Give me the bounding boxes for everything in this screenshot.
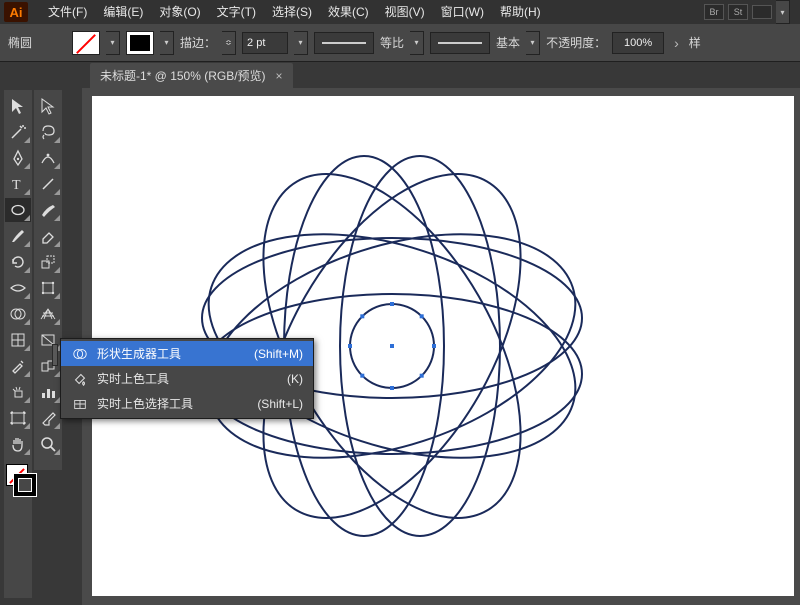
app-logo: Ai (4, 2, 28, 22)
selection-tool[interactable] (5, 94, 31, 118)
flyout-item-label: 形状生成器工具 (97, 345, 181, 362)
paintbrush-tool[interactable] (5, 224, 31, 248)
document-tab[interactable]: 未标题-1* @ 150% (RGB/预览) × (90, 63, 293, 88)
menu-object[interactable]: 对象(O) (151, 0, 208, 24)
width-tool[interactable] (5, 276, 31, 300)
stroke-weight-dropdown[interactable]: ▾ (294, 31, 308, 55)
menu-effect[interactable]: 效果(C) (320, 0, 377, 24)
column-graph-tool[interactable] (35, 380, 61, 404)
live-paint-selection-icon (71, 396, 89, 412)
flyout-item-shortcut: (Shift+L) (257, 397, 303, 411)
lasso-tool[interactable] (35, 120, 61, 144)
slice-tool[interactable] (35, 406, 61, 430)
stroke-indicator[interactable] (14, 474, 36, 496)
flyout-tear-off-handle[interactable] (52, 344, 58, 366)
menu-type[interactable]: 文字(T) (209, 0, 264, 24)
ellipse-tool[interactable] (5, 198, 31, 222)
profile-label: 等比 (380, 34, 404, 51)
stroke-weight-input[interactable]: 2 pt (242, 32, 288, 54)
close-tab-icon[interactable]: × (276, 69, 283, 83)
fill-stroke-indicator[interactable] (4, 464, 32, 498)
flyout-item-live-paint-selection[interactable]: 实时上色选择工具 (Shift+L) (61, 391, 313, 416)
brush-dropdown[interactable]: ▾ (526, 31, 540, 55)
fill-dropdown[interactable]: ▾ (106, 31, 120, 55)
menu-select[interactable]: 选择(S) (264, 0, 320, 24)
tools-panel-col2 (34, 90, 62, 470)
menu-edit[interactable]: 编辑(E) (95, 0, 151, 24)
eyedropper-tool[interactable] (5, 354, 31, 378)
brush-label: 基本 (496, 34, 520, 51)
profile-dropdown[interactable]: ▾ (410, 31, 424, 55)
opacity-label: 不透明度： (546, 34, 606, 51)
shape-builder-icon (71, 346, 89, 362)
stroke-weight-link[interactable]: ≎ (222, 31, 236, 55)
scale-tool[interactable] (35, 250, 61, 274)
controlbar-trunc: 样 (689, 34, 701, 51)
pen-tool[interactable] (5, 146, 31, 170)
stock-badge[interactable]: St (728, 4, 748, 20)
menu-help[interactable]: 帮助(H) (492, 0, 549, 24)
flyout-item-label: 实时上色选择工具 (97, 395, 193, 412)
line-segment-tool[interactable] (35, 172, 61, 196)
brush-definition[interactable] (430, 32, 490, 54)
document-tab-title: 未标题-1* @ 150% (RGB/预览) (100, 67, 266, 84)
rotate-tool[interactable] (5, 250, 31, 274)
menu-file[interactable]: 文件(F) (40, 0, 95, 24)
fill-swatch[interactable] (72, 31, 100, 55)
direct-selection-tool[interactable] (35, 94, 61, 118)
flyout-item-live-paint-bucket[interactable]: 实时上色工具 (K) (61, 366, 313, 391)
flyout-item-shortcut: (Shift+M) (254, 347, 303, 361)
arrange-docs-icon[interactable] (752, 5, 772, 19)
symbol-sprayer-tool[interactable] (5, 380, 31, 404)
document-tab-strip: 未标题-1* @ 150% (RGB/预览) × (0, 62, 800, 88)
menu-bar: Ai 文件(F) 编辑(E) 对象(O) 文字(T) 选择(S) 效果(C) 视… (0, 0, 800, 24)
free-transform-tool[interactable] (35, 276, 61, 300)
flyout-item-shortcut: (K) (287, 372, 303, 386)
workspace-dropdown[interactable]: ▾ (776, 0, 790, 24)
flyout-item-label: 实时上色工具 (97, 370, 169, 387)
stroke-label: 描边： (180, 34, 216, 51)
control-bar: 椭圆 ▾ ▾ 描边： ≎ 2 pt ▾ 等比 ▾ 基本 ▾ 不透明度： 100%… (0, 24, 800, 62)
hand-tool[interactable] (5, 432, 31, 456)
svg-text:T: T (12, 178, 21, 193)
curvature-tool[interactable] (35, 146, 61, 170)
artboard-tool[interactable] (5, 406, 31, 430)
stroke-swatch[interactable] (126, 31, 154, 55)
mesh-tool[interactable] (5, 328, 31, 352)
bridge-badge[interactable]: Br (704, 4, 724, 20)
tools-panel-col1: T (4, 90, 32, 598)
shape-builder-flyout: 形状生成器工具 (Shift+M) 实时上色工具 (K) 实时上色选择工具 (S… (60, 338, 314, 419)
controlbar-more[interactable]: › (670, 35, 683, 51)
opacity-input[interactable]: 100% (612, 32, 664, 54)
flyout-item-shape-builder[interactable]: 形状生成器工具 (Shift+M) (61, 341, 313, 366)
type-tool[interactable]: T (5, 172, 31, 196)
variable-width-profile[interactable] (314, 32, 374, 54)
blob-brush-tool[interactable] (35, 198, 61, 222)
eraser-tool[interactable] (35, 224, 61, 248)
magic-wand-tool[interactable] (5, 120, 31, 144)
perspective-grid-tool[interactable] (35, 302, 61, 326)
live-paint-bucket-icon (71, 371, 89, 387)
menu-view[interactable]: 视图(V) (377, 0, 433, 24)
menu-window[interactable]: 窗口(W) (433, 0, 492, 24)
active-tool-name: 椭圆 (8, 34, 32, 51)
shape-builder-tool[interactable] (5, 302, 31, 326)
stroke-dropdown[interactable]: ▾ (160, 31, 174, 55)
zoom-tool[interactable] (35, 432, 61, 456)
